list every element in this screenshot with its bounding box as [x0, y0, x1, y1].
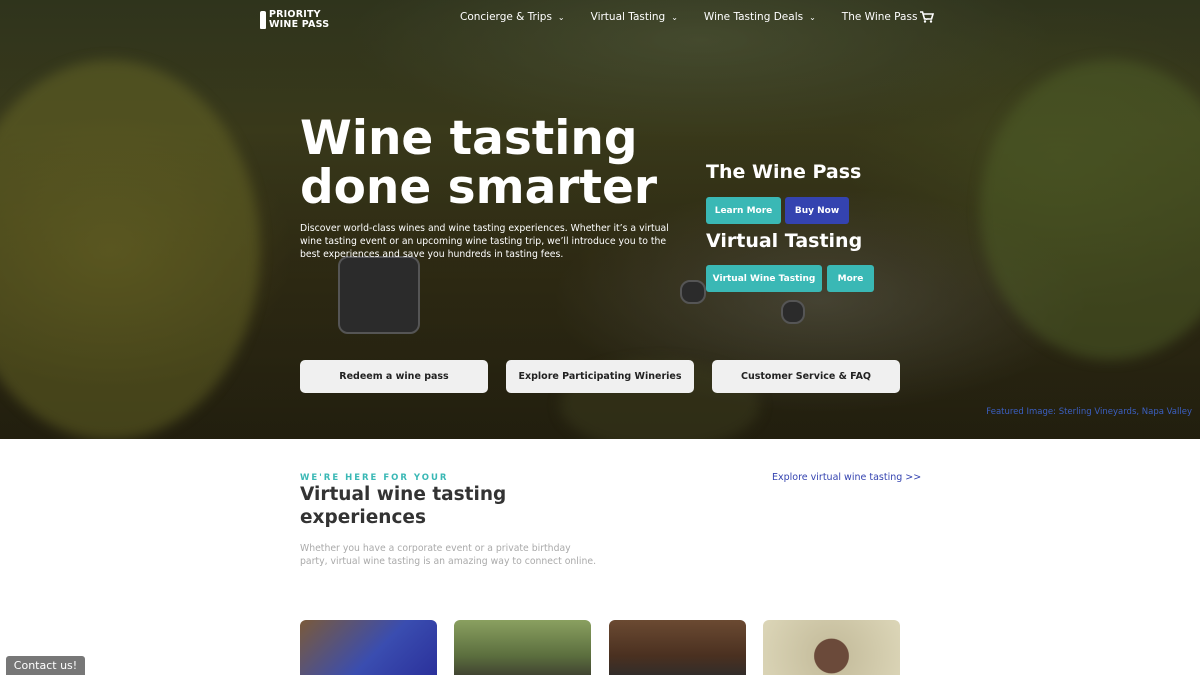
- cart-icon[interactable]: [920, 11, 934, 23]
- bottle-icon: [260, 11, 266, 29]
- customer-service-button[interactable]: Customer Service & FAQ: [712, 360, 900, 393]
- explore-virtual-link[interactable]: Explore virtual wine tasting >>: [772, 472, 921, 483]
- chevron-down-icon: ⌄: [809, 12, 816, 22]
- learn-more-button[interactable]: Learn More: [706, 197, 781, 224]
- main-nav: Concierge & Trips ⌄ Virtual Tasting ⌄ Wi…: [460, 11, 930, 23]
- chevron-down-icon: ⌄: [671, 12, 678, 22]
- gondola-image: [781, 300, 805, 324]
- experience-card-image[interactable]: [300, 620, 437, 675]
- hero-title: Wine tasting done smarter: [300, 111, 657, 215]
- contact-us-button[interactable]: Contact us!: [6, 656, 85, 675]
- virtual-tasting-heading: Virtual Tasting: [706, 230, 863, 252]
- nav-item-label: The Wine Pass: [841, 11, 918, 23]
- more-button[interactable]: More: [827, 265, 874, 292]
- nav-item-label: Virtual Tasting: [590, 11, 666, 23]
- virtual-wine-tasting-button[interactable]: Virtual Wine Tasting: [706, 265, 822, 292]
- hero-description: Discover world-class wines and wine tast…: [300, 223, 669, 260]
- nav-item-wine-pass[interactable]: The Wine Pass ⌄: [842, 11, 930, 23]
- nav-item-deals[interactable]: Wine Tasting Deals ⌄: [704, 11, 816, 23]
- explore-wineries-button[interactable]: Explore Participating Wineries: [506, 360, 694, 393]
- nav-item-virtual-tasting[interactable]: Virtual Tasting ⌄: [591, 11, 678, 23]
- experience-card-image[interactable]: [454, 620, 591, 675]
- chevron-down-icon: ⌄: [557, 12, 565, 22]
- nav-item-label: Concierge & Trips: [460, 11, 552, 23]
- redeem-pass-button[interactable]: Redeem a wine pass: [300, 360, 488, 393]
- gondola-image: [338, 256, 420, 334]
- nav-item-label: Wine Tasting Deals: [703, 11, 804, 23]
- nav-item-concierge[interactable]: Concierge & Trips ⌄: [460, 11, 565, 23]
- featured-image-caption[interactable]: Featured Image: Sterling Vineyards, Napa…: [986, 407, 1192, 417]
- wine-pass-heading: The Wine Pass: [706, 161, 862, 183]
- experience-card-image[interactable]: [609, 620, 746, 675]
- section-title: Virtual wine tasting experiences: [300, 484, 507, 528]
- gondola-image: [680, 280, 706, 304]
- experience-card-image[interactable]: [763, 620, 900, 675]
- site-logo[interactable]: PRIORITY WINE PASS: [260, 10, 329, 30]
- section-description: Whether you have a corporate event or a …: [300, 543, 597, 567]
- section-eyebrow: WE'RE HERE FOR YOUR: [300, 473, 449, 483]
- logo-line2: WINE PASS: [269, 19, 330, 30]
- buy-now-button[interactable]: Buy Now: [785, 197, 849, 224]
